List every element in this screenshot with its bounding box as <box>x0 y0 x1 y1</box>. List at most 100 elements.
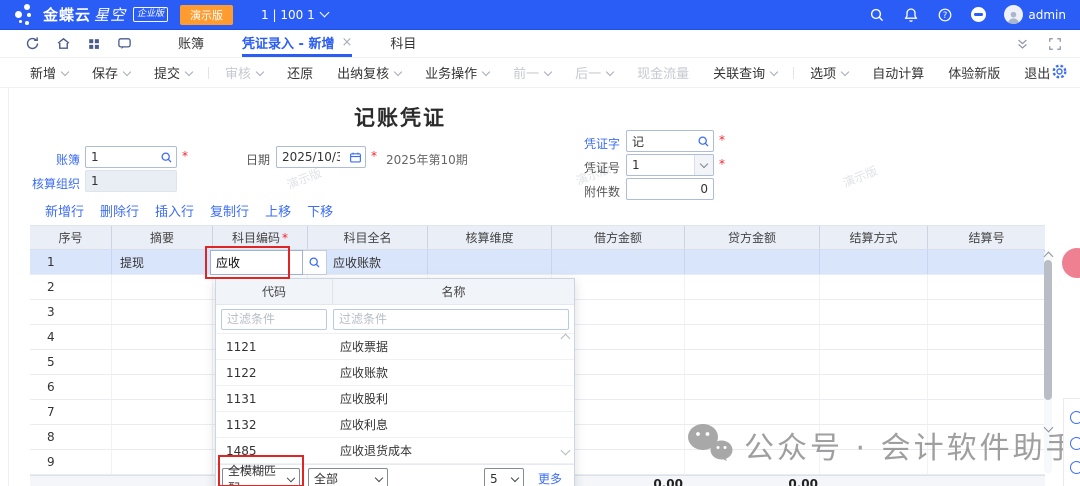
toolbar-restore-button[interactable]: 还原 <box>287 63 313 82</box>
notification-bell-icon[interactable] <box>903 7 919 23</box>
copy-row-link[interactable]: 复制行 <box>210 201 249 220</box>
match-mode-select[interactable]: 全模糊匹配 <box>222 468 300 486</box>
toolbar-business-ops-button[interactable]: 业务操作 <box>425 63 489 82</box>
grid-cell[interactable] <box>112 300 213 324</box>
message-icon[interactable] <box>117 36 132 51</box>
grid-cell[interactable] <box>112 400 213 424</box>
column-header-credit[interactable]: 贷方金额 <box>685 226 820 249</box>
voucher-no-field[interactable] <box>626 154 714 176</box>
move-up-link[interactable]: 上移 <box>265 201 291 220</box>
voucher-no-dropdown-button[interactable] <box>694 155 713 175</box>
toolbar-next-button[interactable]: 后一 <box>575 63 613 82</box>
grid-cell[interactable] <box>112 350 213 374</box>
grid-cell[interactable] <box>820 300 928 324</box>
toolbar-new-version-button[interactable]: 体验新版 <box>948 63 1000 82</box>
code-filter-input[interactable] <box>221 309 327 330</box>
grid-cell[interactable] <box>820 400 928 424</box>
toolbar-submit-button[interactable]: 提交 <box>154 63 192 82</box>
insert-row-link[interactable]: 插入行 <box>155 201 194 220</box>
debit-cell[interactable] <box>552 250 685 274</box>
grid-cell[interactable] <box>685 300 820 324</box>
settle-no-cell[interactable] <box>928 250 1045 274</box>
tab-ledger[interactable]: 账簿 <box>178 30 204 57</box>
grid-cell[interactable] <box>928 350 1045 374</box>
tab-account[interactable]: 科目 <box>390 30 416 57</box>
toolbar-save-button[interactable]: 保存 <box>92 63 130 82</box>
grid-cell[interactable] <box>112 375 213 399</box>
dimension-cell[interactable] <box>428 250 552 274</box>
toolbar-audit-button[interactable]: 审核 <box>225 63 263 82</box>
grid-row-1[interactable]: 1 提现 应收账款 <box>30 250 1045 275</box>
move-down-link[interactable]: 下移 <box>307 201 333 220</box>
grid-cell[interactable] <box>112 275 213 299</box>
grid-cell[interactable] <box>928 400 1045 424</box>
collapse-double-chevron-icon[interactable] <box>1015 37 1030 51</box>
page-size-select[interactable]: 5 <box>484 468 524 486</box>
column-header-account-name[interactable]: 科目全名 <box>308 226 428 249</box>
grid-cell[interactable] <box>820 375 928 399</box>
date-field[interactable] <box>276 146 366 168</box>
attachment-input[interactable] <box>627 182 713 196</box>
grid-cell[interactable] <box>112 325 213 349</box>
apps-grid-icon[interactable] <box>87 37 101 51</box>
org-switcher[interactable]: 1 | 100 1 <box>261 8 328 22</box>
grid-cell[interactable] <box>685 400 820 424</box>
voucher-word-input[interactable] <box>627 134 693 148</box>
column-header-settle-no[interactable]: 结算号 <box>928 226 1045 249</box>
grid-cell[interactable] <box>928 300 1045 324</box>
account-option[interactable]: 1121应收票据 <box>216 334 574 360</box>
account-option[interactable]: 1122应收账款 <box>216 360 574 386</box>
toolbar-cashflow-button[interactable]: 现金流量 <box>637 63 689 82</box>
account-option[interactable]: 1132应收利息 <box>216 412 574 438</box>
ledger-label[interactable]: 账簿 <box>28 151 80 168</box>
toolbar-prev-button[interactable]: 前一 <box>513 63 551 82</box>
summary-cell[interactable]: 提现 <box>112 250 213 274</box>
toolbar-autocalc-button[interactable]: 自动计算 <box>872 63 924 82</box>
scrollbar-thumb[interactable] <box>1044 260 1052 400</box>
grid-cell[interactable] <box>685 275 820 299</box>
settle-method-cell[interactable] <box>820 250 928 274</box>
lookup-search-icon[interactable] <box>156 151 176 164</box>
date-input[interactable] <box>277 150 345 164</box>
grid-cell[interactable] <box>685 325 820 349</box>
grid-cell[interactable] <box>928 275 1045 299</box>
user-menu[interactable]: admin <box>1004 5 1066 24</box>
column-header-settle-method[interactable]: 结算方式 <box>820 226 928 249</box>
add-row-link[interactable]: 新增行 <box>45 201 84 220</box>
column-header-dimension[interactable]: 核算维度 <box>428 226 552 249</box>
toolbar-new-button[interactable]: 新增 <box>30 63 68 82</box>
column-header-summary[interactable]: 摘要 <box>112 226 213 249</box>
close-tab-icon[interactable]: × <box>341 35 352 50</box>
floating-badge[interactable] <box>1062 248 1080 278</box>
voucher-word-field[interactable] <box>626 130 714 152</box>
column-header-debit[interactable]: 借方金额 <box>552 226 685 249</box>
credit-cell[interactable] <box>685 250 820 274</box>
grid-cell[interactable] <box>820 350 928 374</box>
toolbar-options-button[interactable]: 选项 <box>810 63 848 82</box>
name-filter-input[interactable] <box>333 309 569 330</box>
toolbar-related-query-button[interactable]: 关联查询 <box>713 63 777 82</box>
ledger-field[interactable] <box>85 146 177 168</box>
grid-cell[interactable] <box>820 325 928 349</box>
grid-cell[interactable] <box>685 375 820 399</box>
fullscreen-icon[interactable] <box>1048 37 1062 51</box>
attachment-field[interactable] <box>626 178 714 200</box>
voucher-word-label[interactable]: 凭证字 <box>558 135 620 152</box>
more-link[interactable]: 更多 <box>538 470 562 486</box>
grid-cell[interactable] <box>112 450 213 474</box>
tab-voucher-entry-new[interactable]: 凭证录入 - 新增 × <box>242 30 352 57</box>
settings-gear-icon[interactable] <box>1051 63 1068 83</box>
grid-cell[interactable] <box>928 375 1045 399</box>
account-option[interactable]: 1131应收股利 <box>216 386 574 412</box>
lookup-search-icon[interactable] <box>693 135 713 148</box>
grid-cell[interactable] <box>685 350 820 374</box>
grid-cell[interactable] <box>820 275 928 299</box>
delete-row-link[interactable]: 删除行 <box>100 201 139 220</box>
toolbar-cashier-review-button[interactable]: 出纳复核 <box>337 63 401 82</box>
column-header-seq[interactable]: 序号 <box>30 226 112 249</box>
grid-cell[interactable] <box>112 425 213 449</box>
voucher-no-input[interactable] <box>627 158 694 172</box>
refresh-icon[interactable] <box>25 36 40 51</box>
calendar-icon[interactable] <box>345 151 365 164</box>
help-icon[interactable]: ? <box>937 7 953 23</box>
